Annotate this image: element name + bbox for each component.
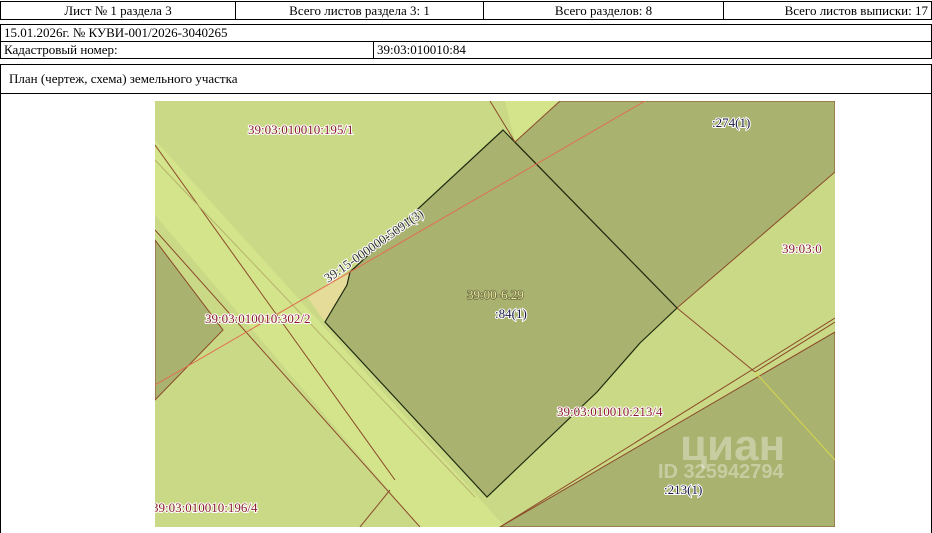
label-195-1: 39:03:010010:195/1: [248, 122, 353, 137]
label-213-4: 39:03:010010:213/4: [557, 404, 663, 419]
label-right: 39:03:0: [782, 241, 822, 256]
label-196-4: 39:03:010010:196/4: [152, 500, 258, 515]
label-213: :213(1): [664, 482, 702, 497]
watermark-id: ID 325942794: [658, 461, 785, 483]
label-274: :274(1): [712, 115, 750, 130]
label-302-2: 39:03:010010:302/2: [205, 311, 310, 326]
label-84: :84(1): [495, 306, 527, 321]
cadastral-map: 39:03:010010:195/1 :274(1) 39:03:0 39:15…: [152, 101, 835, 527]
label-zone: 39:00-6.29: [467, 287, 524, 302]
